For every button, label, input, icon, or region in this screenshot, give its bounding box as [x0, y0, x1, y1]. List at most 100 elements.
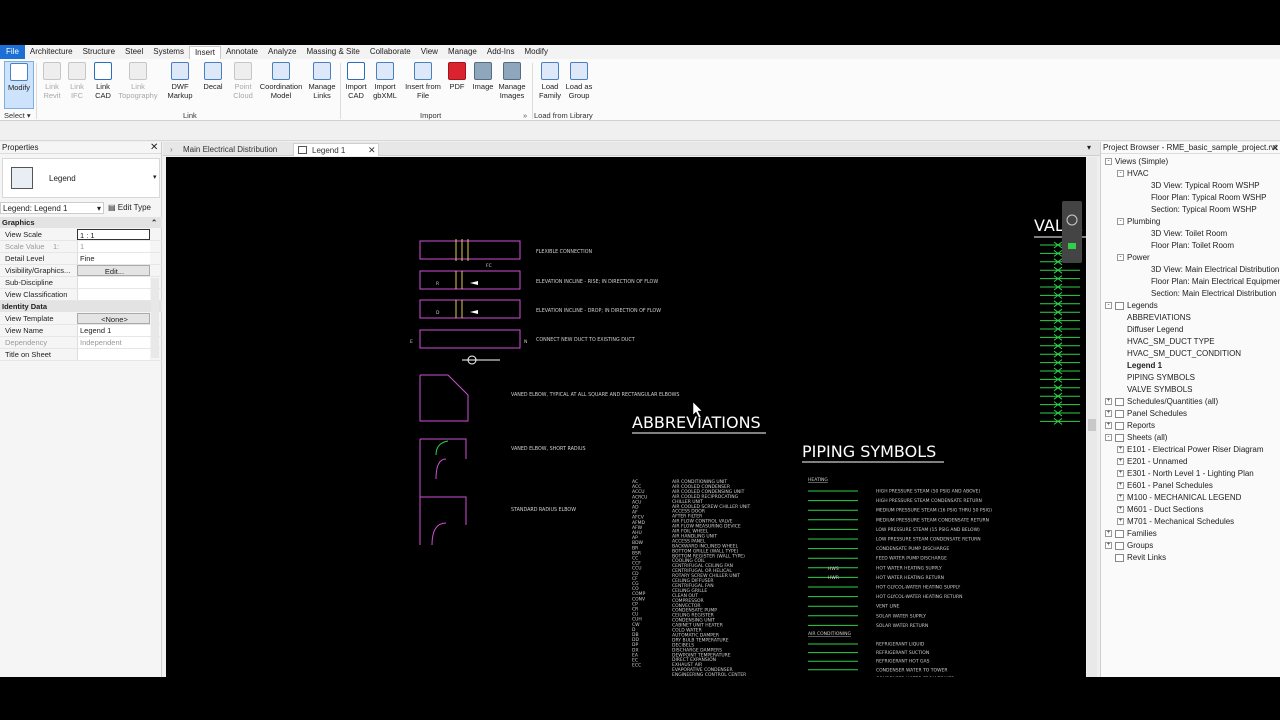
browser-node[interactable]: Legend 1	[1117, 360, 1162, 371]
expand-icon[interactable]: +	[1117, 470, 1124, 478]
browser-node[interactable]: + E301 - North Level 1 - Lighting Plan	[1117, 468, 1254, 479]
browser-node[interactable]: Revit Links	[1105, 552, 1166, 563]
browser-node[interactable]: + E101 - Electrical Power Riser Diagram	[1117, 444, 1264, 455]
import-gbxml-button[interactable]: Import gbXML	[370, 61, 400, 109]
expand-icon[interactable]: +	[1105, 542, 1112, 550]
browser-node[interactable]: + Schedules/Quantities (all)	[1105, 396, 1218, 407]
edit-type-button[interactable]: ▤ Edit Type	[108, 202, 151, 214]
expand-icon[interactable]: +	[1105, 422, 1112, 430]
browser-node[interactable]: 3D View: Typical Room WSHP	[1129, 180, 1260, 191]
prop-visibility-graphics[interactable]: Visibility/Graphics... Edit...	[0, 265, 162, 277]
zoom-icon[interactable]	[1068, 243, 1076, 249]
tab-main-electrical-distribution[interactable]: › Main Electrical Distribution	[165, 143, 287, 156]
tab-add-ins[interactable]: Add-Ins	[482, 45, 520, 59]
browser-node[interactable]: Section: Main Electrical Distribution	[1129, 288, 1276, 299]
type-selector[interactable]: Legend ▾	[2, 158, 160, 198]
close-icon[interactable]: ✕	[1271, 142, 1279, 154]
expand-icon[interactable]: +	[1117, 506, 1124, 514]
link-ifc-button[interactable]: Link IFC	[64, 61, 90, 109]
tab-structure[interactable]: Structure	[78, 45, 120, 59]
prop-value[interactable]: Legend 1	[77, 325, 150, 336]
canvas-scrollbar[interactable]	[1087, 157, 1097, 677]
manage-links-button[interactable]: Manage Links	[306, 61, 338, 109]
expand-icon[interactable]: +	[1117, 482, 1124, 490]
navigation-bar[interactable]	[1062, 201, 1082, 263]
prop-title-on-sheet[interactable]: Title on Sheet	[0, 349, 162, 361]
close-tab-icon[interactable]: ✕	[368, 144, 376, 157]
browser-node[interactable]: - Plumbing	[1117, 216, 1160, 227]
insert-from-file-button[interactable]: Insert from File	[404, 61, 442, 109]
browser-node[interactable]: - Legends	[1105, 300, 1158, 311]
browser-node[interactable]: + E601 - Panel Schedules	[1117, 480, 1213, 491]
prop-value[interactable]: 1 : 1	[77, 229, 150, 240]
drawing-canvas[interactable]: FC R D E N FLEXIBLE CONNECTION ELEVATION…	[166, 157, 1086, 677]
tab-collaborate[interactable]: Collaborate	[365, 45, 416, 59]
browser-node[interactable]: + M701 - Mechanical Schedules	[1117, 516, 1234, 527]
tab-overflow-icon[interactable]: ▾	[1087, 143, 1091, 152]
tab-architecture[interactable]: Architecture	[25, 45, 78, 59]
browser-node[interactable]: - Sheets (all)	[1105, 432, 1167, 443]
collapse-icon[interactable]: -	[1105, 434, 1112, 442]
legend-drawing[interactable]: FC R D E N FLEXIBLE CONNECTION ELEVATION…	[166, 157, 1086, 677]
collapse-icon[interactable]: -	[1117, 170, 1124, 178]
browser-node[interactable]: Floor Plan: Main Electrical Equipment	[1129, 276, 1280, 287]
identity-data-group[interactable]: Identity Data⌃	[0, 301, 162, 312]
expand-icon[interactable]: +	[1117, 518, 1124, 526]
manage-images-button[interactable]: Manage Images	[496, 61, 528, 109]
browser-node[interactable]: + Reports	[1105, 420, 1155, 431]
prop-value[interactable]	[77, 289, 150, 300]
tab-legend-1[interactable]: Legend 1 ✕	[293, 143, 379, 156]
tab-massing-site[interactable]: Massing & Site	[301, 45, 364, 59]
browser-node[interactable]: HVAC_SM_DUCT_CONDITION	[1117, 348, 1241, 359]
load-as-group-button[interactable]: Load as Group	[564, 61, 594, 109]
prop-sub-discipline[interactable]: Sub-Discipline	[0, 277, 162, 289]
dwf-markup-button[interactable]: DWF Markup	[164, 61, 196, 109]
collapse-icon[interactable]: -	[1105, 158, 1112, 166]
browser-node[interactable]: HVAC_SM_DUCT TYPE	[1117, 336, 1215, 347]
prop-view-scale[interactable]: View Scale 1 : 1	[0, 229, 162, 241]
prop-detail-level[interactable]: Detail Level Fine	[0, 253, 162, 265]
graphics-group[interactable]: Graphics ⌃	[0, 217, 162, 228]
tab-systems[interactable]: Systems	[148, 45, 189, 59]
properties-scrollbar[interactable]	[151, 278, 159, 358]
prop-view-name[interactable]: View Name Legend 1	[0, 325, 162, 337]
tab-analyze[interactable]: Analyze	[263, 45, 301, 59]
browser-node[interactable]: - HVAC	[1117, 168, 1149, 179]
tab-insert[interactable]: Insert	[188, 45, 221, 59]
prop-value[interactable]	[77, 277, 150, 288]
browser-node[interactable]: + Groups	[1105, 540, 1153, 551]
edit-button[interactable]: Edit...	[77, 265, 150, 276]
browser-node[interactable]: + Panel Schedules	[1105, 408, 1187, 419]
browser-node[interactable]: + Families	[1105, 528, 1157, 539]
pdf-button[interactable]: PDF	[446, 61, 468, 109]
expand-icon[interactable]: +	[1117, 458, 1124, 466]
browser-node[interactable]: + M100 - MECHANICAL LEGEND	[1117, 492, 1241, 503]
prop-value[interactable]	[77, 349, 150, 360]
browser-node[interactable]: 3D View: Toilet Room	[1129, 228, 1227, 239]
browser-node[interactable]: PIPING SYMBOLS	[1117, 372, 1195, 383]
browser-node[interactable]: 3D View: Main Electrical Distribution	[1129, 264, 1279, 275]
browser-node[interactable]: + M601 - Duct Sections	[1117, 504, 1203, 515]
import-cad-button[interactable]: Import CAD	[342, 61, 370, 109]
image-button[interactable]: Image	[470, 61, 496, 109]
view-template-button[interactable]: <None>	[77, 313, 150, 324]
close-icon[interactable]: ✕	[150, 142, 158, 154]
collapse-icon[interactable]: -	[1117, 218, 1124, 226]
tab-view[interactable]: View	[416, 45, 443, 59]
collapse-icon[interactable]: -	[1117, 254, 1124, 262]
instance-filter[interactable]: Legend: Legend 1 ▾	[0, 202, 104, 214]
browser-node[interactable]: Floor Plan: Typical Room WSHP	[1129, 192, 1266, 203]
collapse-icon[interactable]: -	[1105, 302, 1112, 310]
tab-file[interactable]: File	[0, 45, 25, 59]
expand-icon[interactable]: +	[1105, 410, 1112, 418]
scroll-thumb[interactable]	[1088, 419, 1096, 431]
tab-steel[interactable]: Steel	[120, 45, 148, 59]
browser-node[interactable]: - Power	[1117, 252, 1150, 263]
prop-view-template[interactable]: View Template <None>	[0, 313, 162, 325]
link-topography-button[interactable]: Link Topography	[116, 61, 160, 109]
expand-icon[interactable]: +	[1117, 494, 1124, 502]
expand-icon[interactable]: +	[1105, 530, 1112, 538]
prop-view-classification[interactable]: View Classification	[0, 289, 162, 301]
point-cloud-button[interactable]: Point Cloud	[228, 61, 258, 109]
browser-node[interactable]: Diffuser Legend	[1117, 324, 1183, 335]
